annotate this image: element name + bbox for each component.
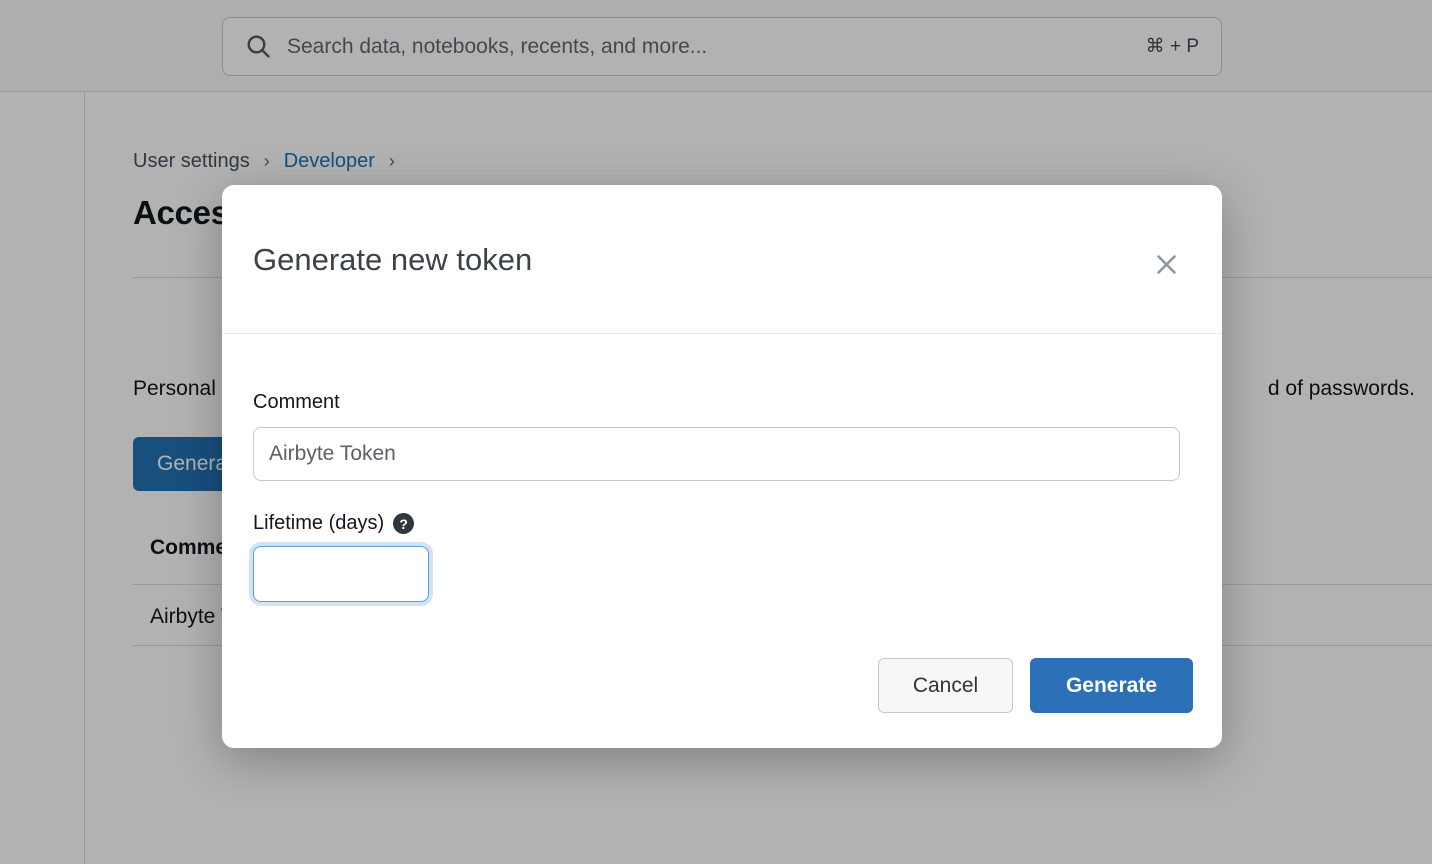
screen: Search data, notebooks, recents, and mor… [0,0,1432,864]
comment-input[interactable] [253,427,1180,481]
help-icon[interactable]: ? [393,513,414,534]
close-icon [1153,251,1180,278]
cancel-button[interactable]: Cancel [878,658,1013,713]
generate-button[interactable]: Generate [1030,658,1193,713]
comment-label: Comment [253,391,340,414]
lifetime-label: Lifetime (days) ? [253,512,414,535]
generate-token-dialog: Generate new token Comment Lifetime (day… [222,185,1222,748]
lifetime-label-text: Lifetime (days) [253,512,384,535]
dialog-title: Generate new token [253,242,532,278]
close-button[interactable] [1148,246,1184,282]
dialog-header-divider [222,333,1222,334]
lifetime-input[interactable] [253,546,429,602]
